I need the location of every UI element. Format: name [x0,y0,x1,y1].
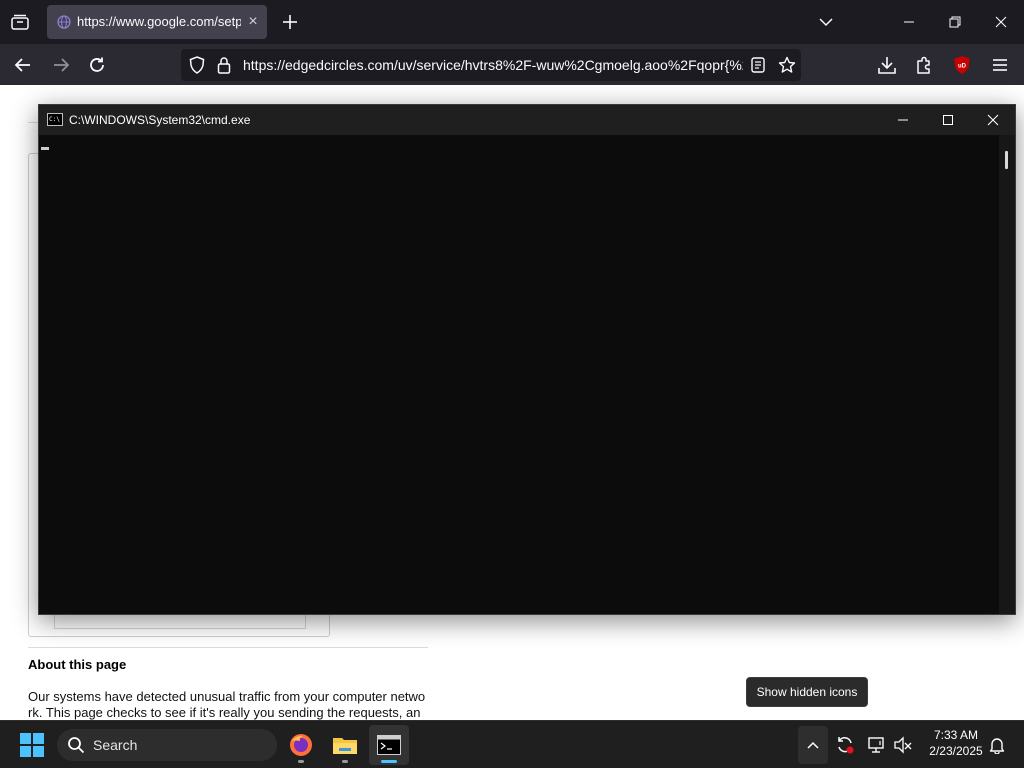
volume-muted-icon[interactable] [890,730,916,760]
command-prompt-icon[interactable] [369,725,409,765]
browser-tab-bar: https://www.google.com/setprefs × [0,0,1024,44]
cmd-title: C:\WINDOWS\System32\cmd.exe [69,113,251,127]
taskbar: Search 7:33 AM 2/23/2025 [0,720,1024,768]
list-all-tabs-icon[interactable] [812,8,840,36]
cmd-maximize-icon[interactable] [925,105,971,135]
window-close-icon[interactable] [978,6,1024,38]
divider [28,647,428,648]
cmd-minimize-icon[interactable] [880,105,926,135]
tab-list-icon[interactable] [6,8,34,36]
extensions-icon[interactable] [909,50,939,80]
back-icon[interactable] [8,50,38,80]
clock-time: 7:33 AM [933,728,979,742]
cmd-titlebar[interactable]: C:\ C:\WINDOWS\System32\cmd.exe [39,105,1015,135]
cmd-console[interactable] [39,135,999,614]
clock-date: 2/23/2025 [929,744,983,758]
cmd-window[interactable]: C:\ C:\WINDOWS\System32\cmd.exe [38,104,1016,615]
scrollbar-thumb[interactable] [1005,151,1008,169]
downloads-icon[interactable] [872,50,902,80]
bookmark-star-icon[interactable] [776,55,798,75]
tooltip: Show hidden icons [746,677,868,707]
new-tab-icon[interactable] [276,8,304,36]
search-icon [65,734,87,756]
reload-icon[interactable] [82,50,112,80]
search-label: Search [93,737,138,753]
text-cursor [41,147,49,150]
network-icon[interactable] [864,730,890,760]
running-indicator [298,760,304,763]
shield-icon[interactable] [187,55,207,75]
active-indicator [381,760,397,763]
chevron-up-icon[interactable] [798,726,828,764]
reader-view-icon[interactable] [748,55,768,75]
address-bar[interactable]: https://edgedcircles.com/uv/service/hvtr… [181,49,801,81]
notification-bell-icon[interactable] [984,730,1010,760]
forward-icon[interactable] [46,50,76,80]
about-paragraph: Our systems have detected unusual traffi… [28,689,426,720]
about-heading: About this page [28,657,127,672]
firefox-icon[interactable] [281,725,321,765]
tab-close-icon[interactable]: × [243,12,263,32]
file-explorer-icon[interactable] [325,725,365,765]
url-text[interactable]: https://edgedcircles.com/uv/service/hvtr… [243,57,743,73]
taskbar-clock[interactable]: 7:33 AM 2/23/2025 [918,727,994,763]
cmd-scrollbar[interactable] [999,135,1015,614]
tab-title: https://www.google.com/setprefs [77,14,241,29]
cmd-close-icon[interactable] [970,105,1016,135]
svg-text:uD: uD [958,64,967,70]
lock-icon[interactable] [214,55,234,75]
hamburger-menu-icon[interactable] [985,50,1015,80]
window-minimize-icon[interactable] [886,6,932,38]
window-restore-icon[interactable] [932,6,978,38]
command-prompt-icon: C:\ [47,113,63,126]
ublock-icon[interactable]: uD [947,50,977,80]
globe-icon [57,15,71,29]
windows-start-icon[interactable] [14,727,50,763]
taskbar-search[interactable]: Search [57,729,277,761]
running-indicator [342,760,348,763]
sync-icon[interactable] [832,730,858,760]
active-tab[interactable]: https://www.google.com/setprefs × [47,5,267,39]
